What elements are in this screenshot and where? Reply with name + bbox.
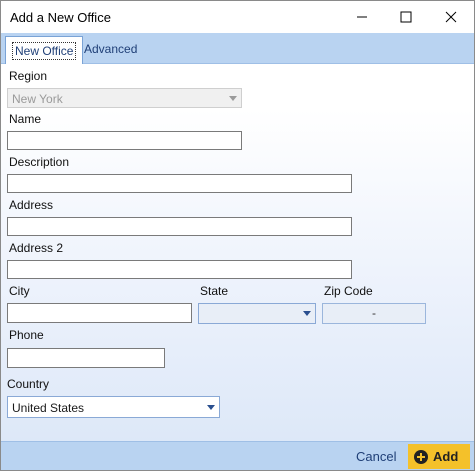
tab-label: New Office (12, 41, 77, 60)
state-label: State (200, 284, 229, 298)
tab-new-office[interactable]: New Office (5, 36, 84, 64)
description-label: Description (9, 155, 70, 169)
description-input[interactable] (7, 174, 352, 193)
country-select[interactable]: United States (7, 396, 220, 418)
add-office-dialog: Add a New Office New Office Advanced Reg… (0, 0, 475, 471)
close-button[interactable] (429, 1, 473, 33)
chevron-down-icon (207, 405, 215, 410)
phone-label: Phone (9, 328, 44, 342)
dialog-footer: Cancel Add (1, 441, 474, 470)
close-icon (445, 11, 457, 23)
region-select[interactable]: New York (7, 88, 242, 108)
minimize-icon (357, 16, 367, 18)
tab-advanced[interactable]: Advanced (78, 36, 143, 62)
address2-input[interactable] (7, 260, 352, 279)
maximize-button[interactable] (384, 1, 428, 33)
chevron-down-icon (303, 311, 311, 316)
zip-label: Zip Code (324, 284, 373, 298)
window-title: Add a New Office (10, 10, 111, 25)
form-panel: Region New York Name Description Address… (1, 64, 474, 441)
city-input[interactable] (7, 303, 192, 323)
minimize-button[interactable] (340, 1, 384, 33)
name-label: Name (9, 112, 42, 126)
address-label: Address (9, 198, 54, 212)
address2-label: Address 2 (9, 241, 64, 255)
tab-label: Advanced (84, 42, 138, 56)
cancel-button[interactable]: Cancel (356, 449, 396, 464)
tab-strip: New Office Advanced (1, 33, 474, 64)
country-label: Country (7, 377, 50, 391)
title-bar: Add a New Office (1, 1, 474, 33)
chevron-down-icon (229, 96, 237, 101)
add-button-label: Add (433, 449, 459, 464)
country-value: United States (12, 401, 85, 415)
city-label: City (9, 284, 30, 298)
region-label: Region (9, 69, 48, 83)
maximize-icon (400, 11, 412, 23)
phone-input[interactable] (7, 348, 165, 368)
name-input[interactable] (7, 131, 242, 150)
add-button[interactable]: Add (408, 444, 470, 469)
region-value: New York (12, 92, 63, 106)
state-select[interactable] (198, 303, 316, 324)
plus-circle-icon (414, 449, 428, 464)
zip-input[interactable]: - (322, 303, 426, 324)
address-input[interactable] (7, 217, 352, 236)
